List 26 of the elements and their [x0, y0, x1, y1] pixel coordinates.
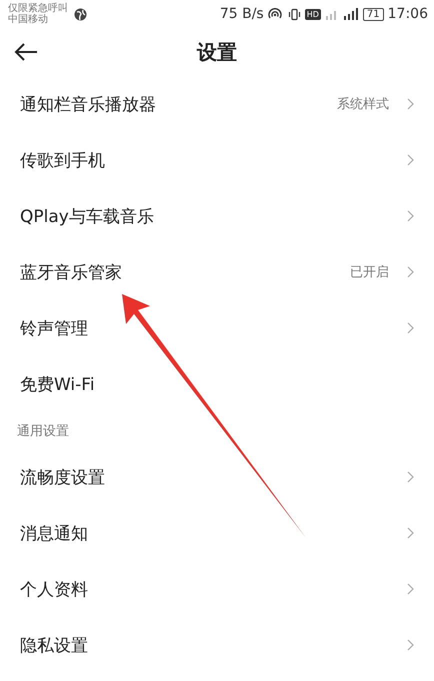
carrier-notice: 仅限紧急呼叫 — [8, 3, 68, 14]
settings-item[interactable]: QPlay与车载音乐 — [20, 204, 407, 228]
battery-level: 71 — [362, 8, 384, 20]
globe-icon — [74, 8, 87, 20]
settings-item[interactable]: 铃声管理 — [20, 316, 407, 340]
setting-value: 系统样式 — [337, 96, 389, 113]
carrier-name: 中国移动 — [8, 14, 49, 25]
clock: 17:06 — [388, 6, 428, 22]
settings-item[interactable]: 消息通知 — [20, 522, 407, 544]
hd-badge: HD — [304, 8, 321, 20]
settings-item[interactable]: 隐私设置 — [20, 634, 407, 656]
network-speed: 75 B/s — [220, 6, 264, 22]
settings-item[interactable]: 流畅度设置 — [20, 466, 407, 488]
settings-item[interactable]: 个人资料 — [20, 578, 407, 600]
page-title: 设置 — [197, 38, 237, 66]
settings-item[interactable]: 免费Wi-Fi — [20, 372, 414, 396]
settings-item[interactable]: 蓝牙音乐管家 — [20, 260, 350, 284]
section-header: 通用设置 — [17, 422, 69, 440]
setting-value: 已开启 — [350, 264, 389, 281]
vibrate-icon — [288, 8, 301, 20]
back-arrow-icon[interactable] — [14, 42, 38, 62]
settings-item[interactable]: 通知栏音乐播放器 — [20, 92, 337, 116]
hotspot-icon — [268, 8, 284, 20]
signal-icon — [342, 8, 359, 20]
settings-item[interactable]: 传歌到手机 — [20, 148, 407, 172]
signal-icon — [324, 8, 339, 20]
